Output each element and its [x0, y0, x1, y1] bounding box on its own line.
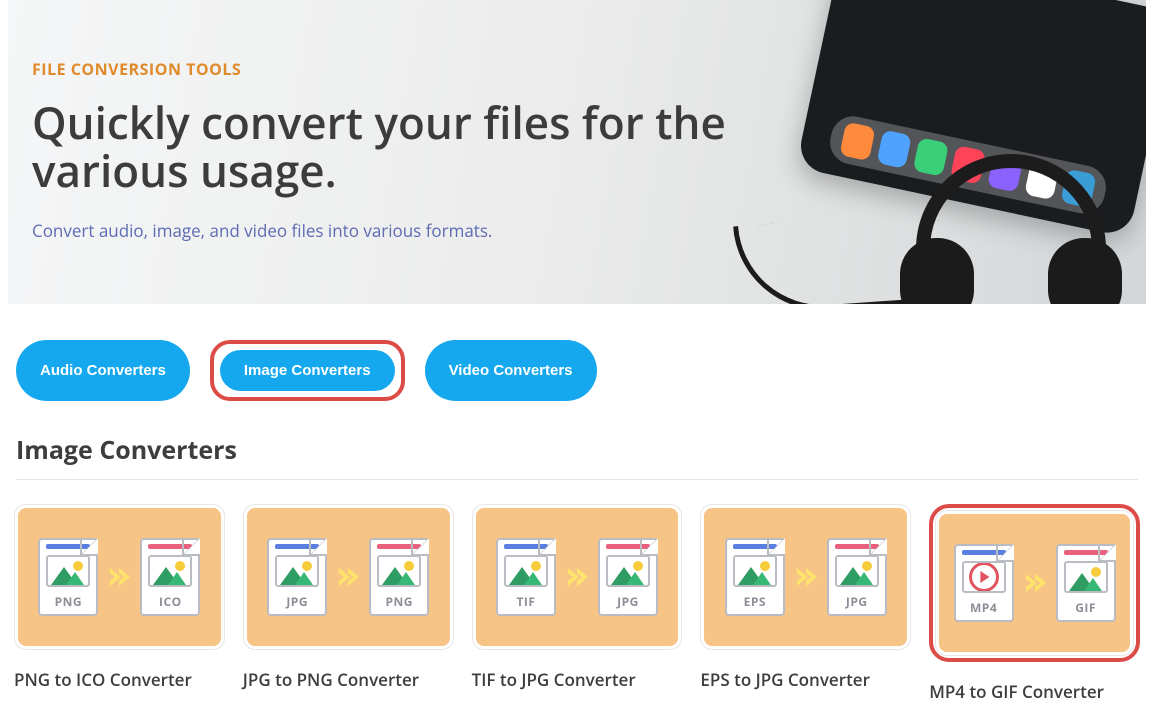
file-ext: PNG	[371, 593, 427, 614]
highlighted-card-outline: MP4 GIF	[929, 504, 1140, 662]
converter-card[interactable]: TIF JPG TIF to JPG Converter	[472, 504, 683, 703]
converter-tabs: Audio Converters Image Converters Video …	[0, 304, 1154, 401]
converter-card-title: MP4 to GIF Converter	[929, 680, 1140, 703]
tab-image-converters[interactable]: Image Converters	[220, 350, 395, 391]
converter-card[interactable]: EPS JPG EPS to JPG Converter	[700, 504, 911, 703]
converter-card[interactable]: JPG PNG JPG to PNG Converter	[243, 504, 454, 703]
file-icon: PNG	[38, 538, 98, 616]
file-icon: GIF	[1056, 544, 1116, 622]
converter-card-grid: PNG ICO PNG to ICO Converter JPG PNG JPG to P…	[0, 504, 1154, 703]
hero-eyebrow: FILE CONVERSION TOOLS	[32, 58, 752, 80]
section-title: Image Converters	[16, 433, 1138, 467]
file-ext: PNG	[40, 593, 96, 614]
converter-card-title: JPG to PNG Converter	[243, 668, 454, 691]
headphone-cable-illustration	[733, 214, 919, 304]
converter-card-title: PNG to ICO Converter	[14, 668, 225, 691]
file-icon: ICO	[140, 538, 200, 616]
hero-subhead: Convert audio, image, and video files in…	[32, 219, 752, 242]
headphones-illustration	[896, 144, 1126, 304]
converter-card[interactable]: MP4 GIF MP4 to GIF Converter	[929, 504, 1140, 703]
arrow-icon	[795, 564, 817, 590]
section-divider	[16, 479, 1138, 480]
file-icon: TIF	[496, 538, 556, 616]
file-icon: JPG	[827, 538, 887, 616]
tab-video-converters[interactable]: Video Converters	[425, 340, 597, 401]
arrow-icon	[1024, 570, 1046, 596]
file-icon: MP4	[954, 544, 1014, 622]
file-ext: JPG	[829, 593, 885, 614]
hero-banner: FILE CONVERSION TOOLS Quickly convert yo…	[8, 0, 1146, 304]
converter-card-title: EPS to JPG Converter	[700, 668, 911, 691]
file-icon: JPG	[267, 538, 327, 616]
tab-audio-converters[interactable]: Audio Converters	[16, 340, 190, 401]
converter-card-title: TIF to JPG Converter	[472, 668, 683, 691]
arrow-icon	[108, 564, 130, 590]
file-icon: PNG	[369, 538, 429, 616]
highlighted-tab-outline: Image Converters	[210, 340, 405, 401]
arrow-icon	[566, 564, 588, 590]
file-ext: TIF	[498, 593, 554, 614]
hero-text: FILE CONVERSION TOOLS Quickly convert yo…	[32, 58, 752, 242]
file-icon: EPS	[725, 538, 785, 616]
file-ext: GIF	[1058, 599, 1114, 620]
converter-card[interactable]: PNG ICO PNG to ICO Converter	[14, 504, 225, 703]
file-ext: EPS	[727, 593, 783, 614]
file-ext: JPG	[600, 593, 656, 614]
file-ext: JPG	[269, 593, 325, 614]
file-ext: MP4	[956, 599, 1012, 620]
file-ext: ICO	[142, 593, 198, 614]
file-icon: JPG	[598, 538, 658, 616]
hero-headline: Quickly convert your files for the vario…	[32, 98, 752, 195]
arrow-icon	[337, 564, 359, 590]
